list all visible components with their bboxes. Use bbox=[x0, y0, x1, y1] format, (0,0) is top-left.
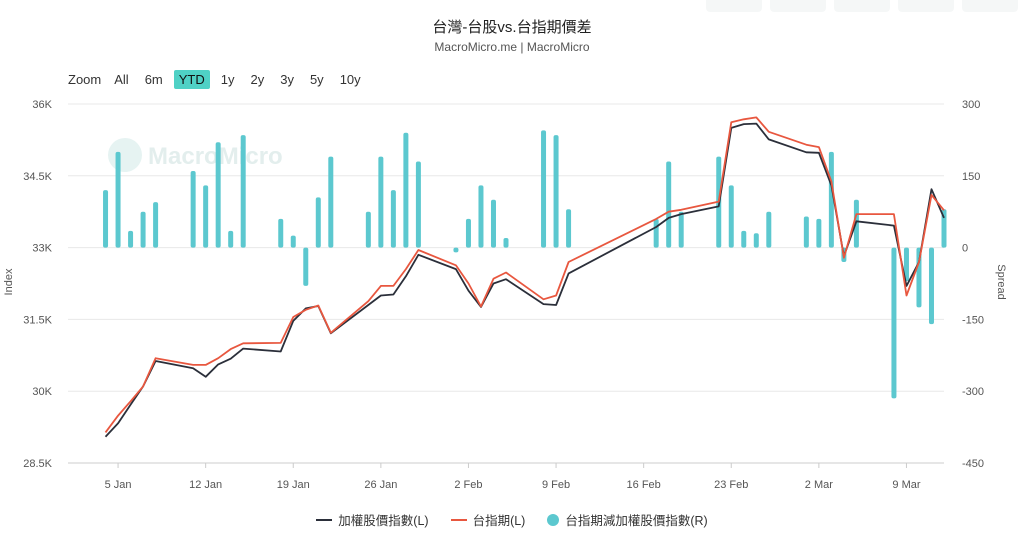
legend-item-index[interactable]: 加權股價指數(L) bbox=[316, 510, 429, 529]
spread-bar bbox=[653, 218, 659, 248]
x-tick-label: 26 Jan bbox=[364, 479, 397, 491]
spread-bar bbox=[228, 230, 234, 248]
spread-bar bbox=[128, 230, 134, 248]
spread-bar bbox=[728, 185, 734, 248]
spread-bar bbox=[766, 211, 772, 248]
y-left-tick-label: 34.5K bbox=[23, 171, 52, 183]
spread-bar bbox=[278, 218, 284, 248]
spread-bar bbox=[503, 238, 509, 248]
y-right-tick-label: 0 bbox=[962, 243, 968, 255]
legend-item-spread[interactable]: 台指期減加權股價指數(R) bbox=[547, 510, 708, 529]
spread-bar bbox=[403, 132, 409, 248]
spread-bar bbox=[378, 156, 384, 248]
chart-canvas[interactable]: MacroMicro 28.5K 30K 31.5K 33K 34.5K 36K -450… bbox=[0, 0, 1024, 500]
x-tick-label: 5 Jan bbox=[105, 479, 132, 491]
spread-bar bbox=[190, 171, 196, 248]
spread-bar bbox=[478, 185, 484, 248]
spread-bar bbox=[365, 211, 371, 248]
spread-bar bbox=[553, 135, 559, 248]
y-right-tick-label: -150 bbox=[962, 314, 984, 326]
y-axis-left-title: Index bbox=[3, 268, 15, 295]
legend-swatch-index bbox=[316, 518, 333, 521]
spread-bar bbox=[541, 130, 547, 248]
watermark-text: MacroMicro bbox=[148, 143, 283, 170]
spread-bar bbox=[390, 190, 396, 248]
spread-bar bbox=[453, 247, 459, 253]
legend-label-index: 加權股價指數(L) bbox=[338, 514, 429, 528]
legend-label-futures: 台指期(L) bbox=[472, 514, 526, 528]
y-left-tick-label: 31.5K bbox=[23, 314, 52, 326]
legend-label-spread: 台指期減加權股價指數(R) bbox=[565, 514, 708, 528]
x-tick-label: 19 Jan bbox=[277, 479, 310, 491]
spread-bar bbox=[153, 202, 159, 248]
x-tick-label: 23 Feb bbox=[714, 479, 748, 491]
spread-bar bbox=[315, 197, 321, 248]
x-tick-label: 2 Mar bbox=[805, 479, 833, 491]
legend-swatch-spread bbox=[547, 513, 560, 526]
y-axis-left: 28.5K 30K 31.5K 33K 34.5K 36K bbox=[23, 99, 52, 470]
y-right-tick-label: 300 bbox=[962, 99, 980, 111]
legend-item-futures[interactable]: 台指期(L) bbox=[450, 510, 526, 529]
y-axis-right-title: Spread bbox=[995, 264, 1007, 299]
y-left-tick-label: 30K bbox=[32, 386, 52, 398]
spread-bar bbox=[490, 199, 496, 248]
y-axis-right: -450 -300 -150 0 150 300 bbox=[962, 99, 984, 470]
legend-swatch-futures bbox=[450, 518, 467, 521]
spread-bar bbox=[928, 247, 934, 325]
watermark: MacroMicro bbox=[108, 138, 283, 172]
spread-bar bbox=[103, 190, 109, 248]
spread-bar bbox=[753, 233, 759, 248]
spread-bar bbox=[741, 230, 747, 248]
y-right-tick-label: -450 bbox=[962, 458, 984, 470]
x-axis: 5 Jan 12 Jan 19 Jan 26 Jan 2 Feb 9 Feb 16 Feb 2… bbox=[105, 463, 921, 491]
y-left-tick-label: 33K bbox=[32, 243, 52, 255]
x-tick-label: 12 Jan bbox=[189, 479, 222, 491]
spread-bar bbox=[803, 216, 809, 248]
spread-bar bbox=[203, 185, 209, 248]
spread-bar bbox=[666, 161, 672, 248]
x-tick-label: 16 Feb bbox=[627, 479, 661, 491]
x-tick-label: 2 Feb bbox=[454, 479, 482, 491]
spread-bar bbox=[415, 161, 421, 248]
y-left-tick-label: 36K bbox=[32, 99, 52, 111]
spread-bar bbox=[303, 247, 309, 286]
spread-bar bbox=[115, 151, 121, 248]
y-left-tick-label: 28.5K bbox=[23, 458, 52, 470]
spread-bar bbox=[290, 235, 296, 248]
spread-bar bbox=[465, 218, 471, 248]
y-right-tick-label: 150 bbox=[962, 171, 980, 183]
spread-bar bbox=[891, 247, 897, 399]
legend: 加權股價指數(L) 台指期(L) 台指期減加權股價指數(R) bbox=[0, 510, 1024, 529]
index-line bbox=[104, 122, 945, 438]
spread-bar bbox=[328, 156, 334, 248]
spread-bar bbox=[240, 135, 246, 248]
y-right-tick-label: -300 bbox=[962, 386, 984, 398]
spread-bar bbox=[816, 218, 822, 248]
x-tick-label: 9 Feb bbox=[542, 479, 570, 491]
spread-bar bbox=[678, 211, 684, 248]
spread-bars bbox=[103, 130, 947, 399]
spread-bar bbox=[566, 209, 572, 248]
spread-bar bbox=[215, 142, 221, 248]
x-tick-label: 9 Mar bbox=[892, 479, 920, 491]
spread-bar bbox=[140, 211, 146, 248]
